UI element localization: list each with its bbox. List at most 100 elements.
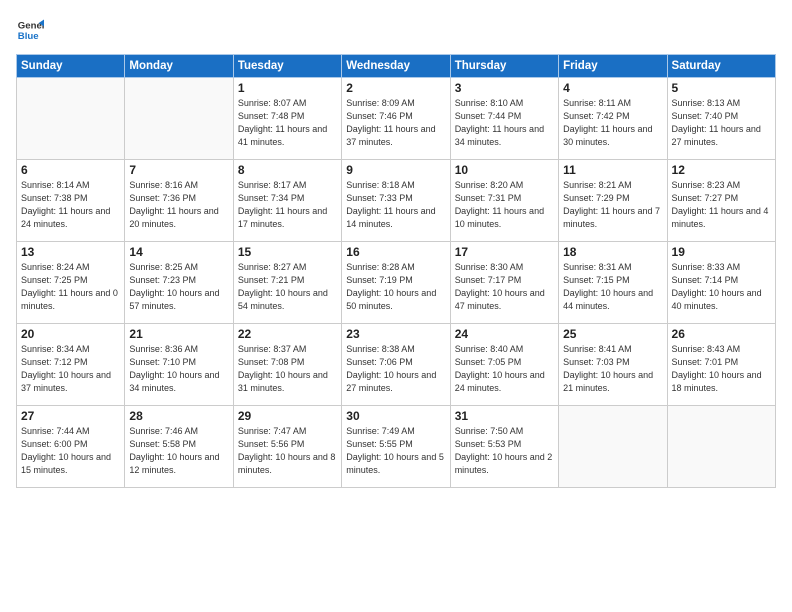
calendar-cell: 24Sunrise: 8:40 AMSunset: 7:05 PMDayligh… xyxy=(450,324,558,406)
calendar-cell: 11 Sunrise: 8:21 AMSunset: 7:29 PMDayligh… xyxy=(559,160,667,242)
day-info: Sunrise: 8:07 AMSunset: 7:48 PMDaylight:… xyxy=(238,97,337,149)
calendar-header-row: SundayMondayTuesdayWednesdayThursdayFrid… xyxy=(17,55,776,78)
day-info: Sunrise: 8:18 AMSunset: 7:33 PMDaylight:… xyxy=(346,179,445,231)
day-number: 28 xyxy=(129,409,228,423)
day-number: 16 xyxy=(346,245,445,259)
calendar-cell xyxy=(17,78,125,160)
day-number: 11 xyxy=(563,163,662,177)
day-number: 7 xyxy=(129,163,228,177)
day-number: 27 xyxy=(21,409,120,423)
day-info: Sunrise: 8:34 AMSunset: 7:12 PMDaylight:… xyxy=(21,343,120,395)
day-info: Sunrise: 8:10 AMSunset: 7:44 PMDaylight:… xyxy=(455,97,554,149)
calendar-week-row: 27 Sunrise: 7:44 AMSunset: 6:00 PMDayligh… xyxy=(17,406,776,488)
calendar-cell: 9Sunrise: 8:18 AMSunset: 7:33 PMDaylight… xyxy=(342,160,450,242)
calendar-cell: 26 Sunrise: 8:43 AMSunset: 7:01 PMDayligh… xyxy=(667,324,775,406)
day-number: 25 xyxy=(563,327,662,341)
calendar-cell xyxy=(667,406,775,488)
day-info: Sunrise: 8:31 AMSunset: 7:15 PMDaylight:… xyxy=(563,261,662,313)
day-info: Sunrise: 8:17 AMSunset: 7:34 PMDaylight:… xyxy=(238,179,337,231)
calendar-cell: 29 Sunrise: 7:47 AMSunset: 5:56 PMDayligh… xyxy=(233,406,341,488)
day-info: Sunrise: 8:23 AMSunset: 7:27 PMDaylight:… xyxy=(672,179,771,231)
day-info: Sunrise: 8:25 AMSunset: 7:23 PMDaylight:… xyxy=(129,261,228,313)
day-info: Sunrise: 7:47 AMSunset: 5:56 PMDaylight:… xyxy=(238,425,337,477)
day-info: Sunrise: 7:44 AMSunset: 6:00 PMDaylight:… xyxy=(21,425,120,477)
day-info: Sunrise: 8:38 AMSunset: 7:06 PMDaylight:… xyxy=(346,343,445,395)
calendar-cell: 1 Sunrise: 8:07 AMSunset: 7:48 PMDaylight… xyxy=(233,78,341,160)
calendar-cell: 18 Sunrise: 8:31 AMSunset: 7:15 PMDayligh… xyxy=(559,242,667,324)
day-info: Sunrise: 8:43 AMSunset: 7:01 PMDaylight:… xyxy=(672,343,771,395)
calendar-cell: 15 Sunrise: 8:27 AMSunset: 7:21 PMDayligh… xyxy=(233,242,341,324)
day-header-thursday: Thursday xyxy=(450,55,558,78)
day-info: Sunrise: 8:36 AMSunset: 7:10 PMDaylight:… xyxy=(129,343,228,395)
calendar-cell xyxy=(559,406,667,488)
calendar-cell: 23 Sunrise: 8:38 AMSunset: 7:06 PMDayligh… xyxy=(342,324,450,406)
day-number: 19 xyxy=(672,245,771,259)
calendar-cell: 30Sunrise: 7:49 AMSunset: 5:55 PMDayligh… xyxy=(342,406,450,488)
day-number: 29 xyxy=(238,409,337,423)
calendar-cell: 6Sunrise: 8:14 AMSunset: 7:38 PMDaylight… xyxy=(17,160,125,242)
day-number: 8 xyxy=(238,163,337,177)
calendar-cell: 17 Sunrise: 8:30 AMSunset: 7:17 PMDayligh… xyxy=(450,242,558,324)
day-number: 5 xyxy=(672,81,771,95)
day-info: Sunrise: 8:33 AMSunset: 7:14 PMDaylight:… xyxy=(672,261,771,313)
day-number: 4 xyxy=(563,81,662,95)
day-info: Sunrise: 8:24 AMSunset: 7:25 PMDaylight:… xyxy=(21,261,120,313)
day-number: 10 xyxy=(455,163,554,177)
day-number: 18 xyxy=(563,245,662,259)
calendar-cell: 5 Sunrise: 8:13 AMSunset: 7:40 PMDaylight… xyxy=(667,78,775,160)
calendar-cell: 2Sunrise: 8:09 AMSunset: 7:46 PMDaylight… xyxy=(342,78,450,160)
day-info: Sunrise: 8:20 AMSunset: 7:31 PMDaylight:… xyxy=(455,179,554,231)
calendar-cell: 27 Sunrise: 7:44 AMSunset: 6:00 PMDayligh… xyxy=(17,406,125,488)
day-number: 23 xyxy=(346,327,445,341)
day-number: 3 xyxy=(455,81,554,95)
day-number: 13 xyxy=(21,245,120,259)
svg-text:General: General xyxy=(18,20,44,31)
day-info: Sunrise: 8:14 AMSunset: 7:38 PMDaylight:… xyxy=(21,179,120,231)
calendar-cell: 10 Sunrise: 8:20 AMSunset: 7:31 PMDayligh… xyxy=(450,160,558,242)
calendar-cell: 13 Sunrise: 8:24 AMSunset: 7:25 PMDayligh… xyxy=(17,242,125,324)
calendar-cell: 20 Sunrise: 8:34 AMSunset: 7:12 PMDayligh… xyxy=(17,324,125,406)
day-number: 15 xyxy=(238,245,337,259)
calendar-cell: 31Sunrise: 7:50 AMSunset: 5:53 PMDayligh… xyxy=(450,406,558,488)
day-info: Sunrise: 8:37 AMSunset: 7:08 PMDaylight:… xyxy=(238,343,337,395)
day-info: Sunrise: 7:46 AMSunset: 5:58 PMDaylight:… xyxy=(129,425,228,477)
day-header-monday: Monday xyxy=(125,55,233,78)
day-info: Sunrise: 8:41 AMSunset: 7:03 PMDaylight:… xyxy=(563,343,662,395)
day-number: 1 xyxy=(238,81,337,95)
day-number: 17 xyxy=(455,245,554,259)
day-info: Sunrise: 8:11 AMSunset: 7:42 PMDaylight:… xyxy=(563,97,662,149)
calendar-cell: 16Sunrise: 8:28 AMSunset: 7:19 PMDayligh… xyxy=(342,242,450,324)
day-info: Sunrise: 7:50 AMSunset: 5:53 PMDaylight:… xyxy=(455,425,554,477)
day-info: Sunrise: 7:49 AMSunset: 5:55 PMDaylight:… xyxy=(346,425,445,477)
calendar-cell xyxy=(125,78,233,160)
day-info: Sunrise: 8:30 AMSunset: 7:17 PMDaylight:… xyxy=(455,261,554,313)
calendar-cell: 14 Sunrise: 8:25 AMSunset: 7:23 PMDayligh… xyxy=(125,242,233,324)
page-header: General Blue xyxy=(16,16,776,44)
day-number: 22 xyxy=(238,327,337,341)
day-number: 20 xyxy=(21,327,120,341)
calendar-week-row: 20 Sunrise: 8:34 AMSunset: 7:12 PMDayligh… xyxy=(17,324,776,406)
calendar-cell: 19 Sunrise: 8:33 AMSunset: 7:14 PMDayligh… xyxy=(667,242,775,324)
svg-text:Blue: Blue xyxy=(18,31,39,42)
day-header-sunday: Sunday xyxy=(17,55,125,78)
day-header-wednesday: Wednesday xyxy=(342,55,450,78)
logo-icon: General Blue xyxy=(16,16,44,44)
calendar-table: SundayMondayTuesdayWednesdayThursdayFrid… xyxy=(16,54,776,488)
day-info: Sunrise: 8:13 AMSunset: 7:40 PMDaylight:… xyxy=(672,97,771,149)
calendar-week-row: 13 Sunrise: 8:24 AMSunset: 7:25 PMDayligh… xyxy=(17,242,776,324)
calendar-cell: 12Sunrise: 8:23 AMSunset: 7:27 PMDayligh… xyxy=(667,160,775,242)
day-number: 14 xyxy=(129,245,228,259)
calendar-cell: 25 Sunrise: 8:41 AMSunset: 7:03 PMDayligh… xyxy=(559,324,667,406)
day-info: Sunrise: 8:09 AMSunset: 7:46 PMDaylight:… xyxy=(346,97,445,149)
day-info: Sunrise: 8:16 AMSunset: 7:36 PMDaylight:… xyxy=(129,179,228,231)
day-info: Sunrise: 8:27 AMSunset: 7:21 PMDaylight:… xyxy=(238,261,337,313)
calendar-cell: 22 Sunrise: 8:37 AMSunset: 7:08 PMDayligh… xyxy=(233,324,341,406)
calendar-cell: 3 Sunrise: 8:10 AMSunset: 7:44 PMDaylight… xyxy=(450,78,558,160)
calendar-week-row: 6Sunrise: 8:14 AMSunset: 7:38 PMDaylight… xyxy=(17,160,776,242)
day-number: 24 xyxy=(455,327,554,341)
day-number: 26 xyxy=(672,327,771,341)
day-info: Sunrise: 8:21 AMSunset: 7:29 PMDaylight:… xyxy=(563,179,662,231)
calendar-week-row: 1 Sunrise: 8:07 AMSunset: 7:48 PMDaylight… xyxy=(17,78,776,160)
day-header-tuesday: Tuesday xyxy=(233,55,341,78)
day-header-saturday: Saturday xyxy=(667,55,775,78)
